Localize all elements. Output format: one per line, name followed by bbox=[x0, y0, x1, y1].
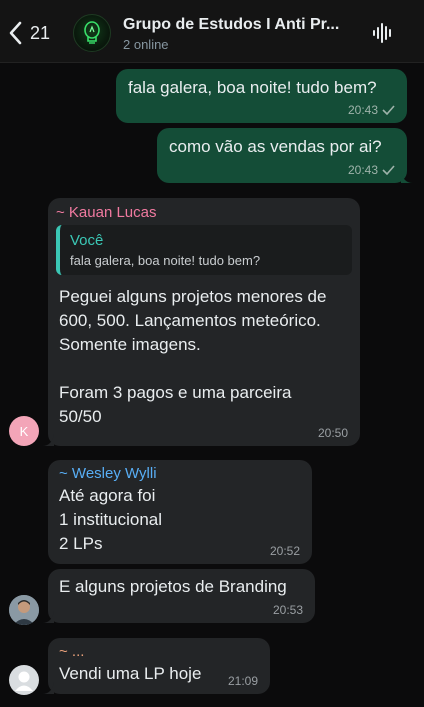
default-user-icon bbox=[15, 671, 33, 691]
message-text-line: 2 LPs bbox=[59, 534, 103, 553]
message-time: 20:43 bbox=[347, 163, 378, 177]
message-meta: 20:53 bbox=[273, 603, 303, 617]
message-time: 20:53 bbox=[272, 603, 303, 617]
message-meta: 20:43 bbox=[348, 163, 395, 177]
quote-text: fala galera, boa noite! tudo bem? bbox=[70, 253, 261, 268]
avatar[interactable] bbox=[9, 665, 39, 695]
message-meta: 20:50 bbox=[318, 426, 348, 440]
chat-title-area[interactable]: Grupo de Estudos I Anti Pr... 2 online bbox=[123, 16, 358, 52]
check-icon bbox=[382, 165, 395, 175]
avatar-initial: K bbox=[19, 423, 29, 439]
message-text-line: Foram 3 pagos e uma parceira bbox=[59, 383, 292, 402]
group-avatar[interactable] bbox=[73, 14, 111, 52]
online-status: 2 online bbox=[123, 37, 169, 52]
lightbulb-icon bbox=[84, 21, 100, 44]
sender-name: ~ Wesley Wylli bbox=[59, 465, 157, 482]
incoming-message[interactable]: E alguns projetos de Branding 20:53 bbox=[42, 569, 315, 623]
group-name: Grupo de Estudos I Anti Pr... bbox=[123, 16, 340, 33]
message-text: E alguns projetos de Branding bbox=[59, 577, 287, 596]
chevron-left-icon bbox=[9, 21, 22, 45]
message-text-line: Somente imagens. bbox=[59, 335, 201, 354]
outgoing-message[interactable]: como vão as vendas por ai? 20:43 bbox=[157, 128, 413, 183]
message-time: 20:52 bbox=[269, 544, 300, 558]
message-meta: 20:43 bbox=[348, 103, 395, 117]
chat-header: 21 Grupo de Estudos I Anti Pr... 2 onlin… bbox=[0, 0, 424, 63]
message-time: 20:50 bbox=[317, 426, 348, 440]
message-text: fala galera, boa noite! tudo bem? bbox=[128, 78, 377, 97]
sender-name: ~ ... bbox=[59, 643, 85, 660]
bubble-tail bbox=[401, 171, 413, 183]
user-photo-icon bbox=[9, 595, 39, 625]
back-button[interactable]: 21 bbox=[8, 18, 60, 48]
quoted-message[interactable]: Você fala galera, boa noite! tudo bem? bbox=[56, 225, 352, 275]
unread-count: 21 bbox=[30, 22, 51, 43]
message-text: como vão as vendas por ai? bbox=[169, 137, 382, 156]
avatar[interactable]: K bbox=[9, 416, 39, 446]
incoming-message[interactable]: ~ Wesley Wylli Até agora foi 1 instituci… bbox=[48, 460, 312, 564]
sender-name: ~ Kauan Lucas bbox=[56, 204, 157, 221]
message-text-line: 50/50 bbox=[59, 407, 102, 426]
message-text-line: 600, 500. Lançamentos meteórico. bbox=[59, 311, 321, 330]
audio-wave-icon[interactable] bbox=[372, 22, 394, 44]
message-meta: 21:09 bbox=[228, 674, 258, 688]
bubble-tail bbox=[42, 682, 54, 694]
message-text-line: 1 institucional bbox=[59, 510, 163, 529]
outgoing-message[interactable]: fala galera, boa noite! tudo bem? 20:43 bbox=[116, 69, 407, 123]
message-text-line: Peguei alguns projetos menores de bbox=[59, 287, 327, 306]
quote-author: Você bbox=[70, 232, 104, 249]
bubble-tail bbox=[42, 434, 54, 446]
incoming-message[interactable]: ~ Kauan Lucas Você fala galera, boa noit… bbox=[42, 198, 360, 446]
bubble-tail bbox=[42, 611, 54, 623]
incoming-message[interactable]: ~ ... Vendi uma LP hoje 21:09 bbox=[42, 638, 270, 694]
message-time: 21:09 bbox=[227, 674, 258, 688]
message-meta: 20:52 bbox=[270, 544, 300, 558]
message-text-line: Até agora foi bbox=[59, 486, 156, 505]
message-time: 20:43 bbox=[347, 103, 378, 117]
avatar[interactable] bbox=[9, 595, 39, 625]
check-icon bbox=[382, 105, 395, 115]
